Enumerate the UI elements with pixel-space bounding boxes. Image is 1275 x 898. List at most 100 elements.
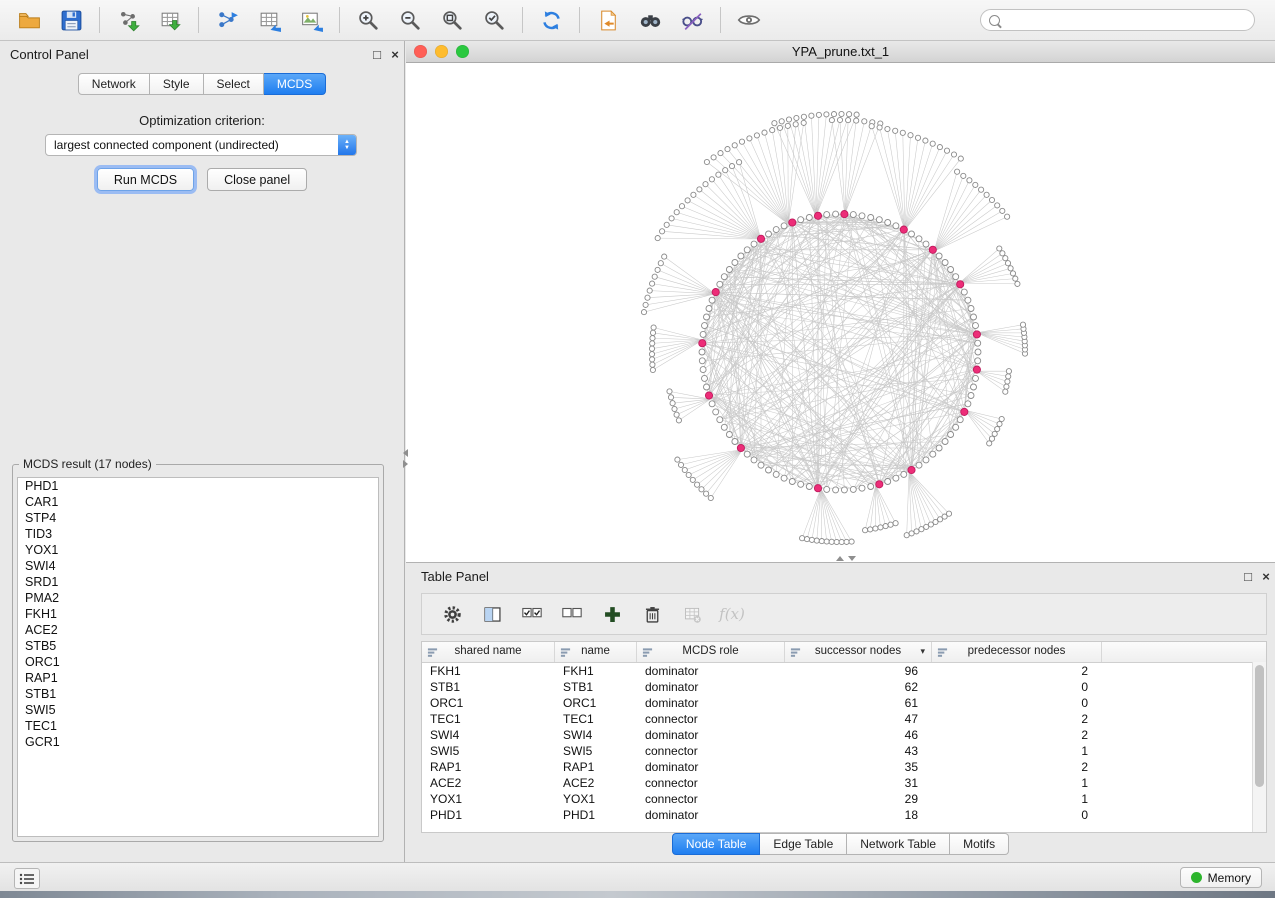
table-row[interactable]: YOX1YOX1connector291 bbox=[422, 791, 1266, 807]
table-scrollbar[interactable] bbox=[1252, 662, 1266, 832]
show-columns-button[interactable] bbox=[474, 598, 510, 630]
table-body: FKH1FKH1dominator962STB1STB1dominator620… bbox=[422, 663, 1266, 823]
table-row[interactable]: ACE2ACE2connector311 bbox=[422, 775, 1266, 791]
zoom-in-button[interactable] bbox=[350, 4, 386, 36]
zoom-fit-button[interactable] bbox=[434, 4, 470, 36]
toolbar-separator bbox=[522, 7, 523, 33]
close-panel-icon[interactable]: × bbox=[386, 47, 404, 62]
memory-status-icon bbox=[1191, 872, 1202, 883]
table-cell: RAP1 bbox=[555, 759, 637, 775]
table-row[interactable]: RAP1RAP1dominator352 bbox=[422, 759, 1266, 775]
vertical-splitter-handle[interactable] bbox=[401, 445, 410, 471]
column-header-mcds-role[interactable]: MCDS role bbox=[637, 642, 785, 662]
tab-network[interactable]: Network bbox=[78, 73, 150, 95]
export-image-icon bbox=[299, 8, 324, 33]
search-field[interactable] bbox=[980, 9, 1255, 31]
export-table-icon bbox=[257, 8, 282, 33]
deselect-all-rows-button[interactable] bbox=[554, 598, 590, 630]
export-table-button[interactable] bbox=[251, 4, 287, 36]
mcds-result-item[interactable]: PMA2 bbox=[18, 590, 378, 606]
table-row[interactable]: ORC1ORC1dominator610 bbox=[422, 695, 1266, 711]
settings-gear-button[interactable] bbox=[434, 598, 470, 630]
mcds-result-list[interactable]: PHD1CAR1STP4TID3YOX1SWI4SRD1PMA2FKH1ACE2… bbox=[17, 477, 379, 837]
table-cell: 2 bbox=[932, 711, 1102, 727]
column-header-successor-nodes[interactable]: successor nodes▾ bbox=[785, 642, 932, 662]
mcds-result-item[interactable]: TEC1 bbox=[18, 718, 378, 734]
table-row[interactable]: SWI4SWI4dominator462 bbox=[422, 727, 1266, 743]
column-header-predecessor-nodes[interactable]: predecessor nodes bbox=[932, 642, 1102, 662]
table-row[interactable]: SWI5SWI5connector431 bbox=[422, 743, 1266, 759]
zoom-in-icon bbox=[356, 8, 381, 33]
network-canvas[interactable] bbox=[406, 63, 1275, 562]
search-input[interactable] bbox=[1000, 13, 1254, 27]
column-label: shared name bbox=[454, 645, 521, 657]
mcds-result-item[interactable]: STB5 bbox=[18, 638, 378, 654]
tab-node-table[interactable]: Node Table bbox=[672, 833, 761, 855]
table-cell: dominator bbox=[637, 663, 785, 679]
import-table-button[interactable] bbox=[152, 4, 188, 36]
mcds-result-item[interactable]: STP4 bbox=[18, 510, 378, 526]
node-table: shared name nameMCDS rolesuccessor nodes▾… bbox=[421, 641, 1267, 833]
import-network-button[interactable] bbox=[110, 4, 146, 36]
delete-table-button bbox=[674, 598, 710, 630]
table-cell: STB1 bbox=[555, 679, 637, 695]
scrollbar-thumb[interactable] bbox=[1255, 665, 1264, 787]
criterion-dropdown[interactable]: largest connected component (undirected)… bbox=[45, 134, 357, 156]
memory-button[interactable]: Memory bbox=[1180, 867, 1262, 888]
column-header-shared-name[interactable]: shared name bbox=[422, 642, 555, 662]
dropdown-arrows-icon: ▲▼ bbox=[338, 135, 356, 155]
mcds-result-item[interactable]: ORC1 bbox=[18, 654, 378, 670]
share-document-button[interactable] bbox=[590, 4, 626, 36]
mcds-result-item[interactable]: ACE2 bbox=[18, 622, 378, 638]
tab-motifs[interactable]: Motifs bbox=[950, 833, 1009, 855]
tab-mcds[interactable]: MCDS bbox=[264, 73, 326, 95]
close-mcds-panel-button[interactable]: Close panel bbox=[207, 168, 307, 191]
mcds-result-item[interactable]: GCR1 bbox=[18, 734, 378, 750]
mcds-result-item[interactable]: PHD1 bbox=[18, 478, 378, 494]
control-panel-header: Control Panel □ × bbox=[0, 41, 404, 67]
network-search-button[interactable] bbox=[632, 4, 668, 36]
mcds-result-item[interactable]: SRD1 bbox=[18, 574, 378, 590]
select-all-rows-button[interactable] bbox=[514, 598, 550, 630]
zoom-selected-button[interactable] bbox=[476, 4, 512, 36]
tab-network-table[interactable]: Network Table bbox=[847, 833, 950, 855]
column-sort-icon bbox=[560, 646, 571, 665]
mcds-result-item[interactable]: YOX1 bbox=[18, 542, 378, 558]
export-network-button[interactable] bbox=[209, 4, 245, 36]
tab-edge-table[interactable]: Edge Table bbox=[760, 833, 847, 855]
export-image-button[interactable] bbox=[293, 4, 329, 36]
table-cell: 2 bbox=[932, 663, 1102, 679]
mcds-result-item[interactable]: CAR1 bbox=[18, 494, 378, 510]
table-cell: dominator bbox=[637, 727, 785, 743]
style-tool-button[interactable] bbox=[674, 4, 710, 36]
run-mcds-button[interactable]: Run MCDS bbox=[97, 168, 194, 191]
table-cell: PHD1 bbox=[422, 807, 555, 823]
mcds-result-item[interactable]: SWI4 bbox=[18, 558, 378, 574]
mcds-result-item[interactable]: FKH1 bbox=[18, 606, 378, 622]
save-session-button[interactable] bbox=[53, 4, 89, 36]
table-row[interactable]: FKH1FKH1dominator962 bbox=[422, 663, 1266, 679]
toggle-visibility-button[interactable] bbox=[731, 4, 767, 36]
table-float-panel-icon[interactable]: □ bbox=[1239, 569, 1257, 584]
mcds-result-item[interactable]: SWI5 bbox=[18, 702, 378, 718]
table-row[interactable]: STB1STB1dominator620 bbox=[422, 679, 1266, 695]
mcds-result-item[interactable]: RAP1 bbox=[18, 670, 378, 686]
table-close-panel-icon[interactable]: × bbox=[1257, 569, 1275, 584]
refresh-layout-button[interactable] bbox=[533, 4, 569, 36]
add-column-button[interactable] bbox=[594, 598, 630, 630]
zoom-out-icon bbox=[398, 8, 423, 33]
tab-style[interactable]: Style bbox=[150, 73, 204, 95]
float-panel-icon[interactable]: □ bbox=[368, 47, 386, 62]
mcds-result-item[interactable]: TID3 bbox=[18, 526, 378, 542]
horizontal-splitter-handle[interactable] bbox=[836, 556, 856, 561]
tab-select[interactable]: Select bbox=[204, 73, 264, 95]
zoom-out-button[interactable] bbox=[392, 4, 428, 36]
table-row[interactable]: TEC1TEC1connector472 bbox=[422, 711, 1266, 727]
mcds-result-item[interactable]: STB1 bbox=[18, 686, 378, 702]
open-folder-button[interactable] bbox=[11, 4, 47, 36]
table-row[interactable]: PHD1PHD1dominator180 bbox=[422, 807, 1266, 823]
panel-menu-button[interactable] bbox=[14, 868, 40, 889]
column-header-name[interactable]: name bbox=[555, 642, 637, 662]
delete-column-button[interactable] bbox=[634, 598, 670, 630]
network-view-window[interactable]: YPA_prune.txt_1 bbox=[406, 41, 1275, 562]
